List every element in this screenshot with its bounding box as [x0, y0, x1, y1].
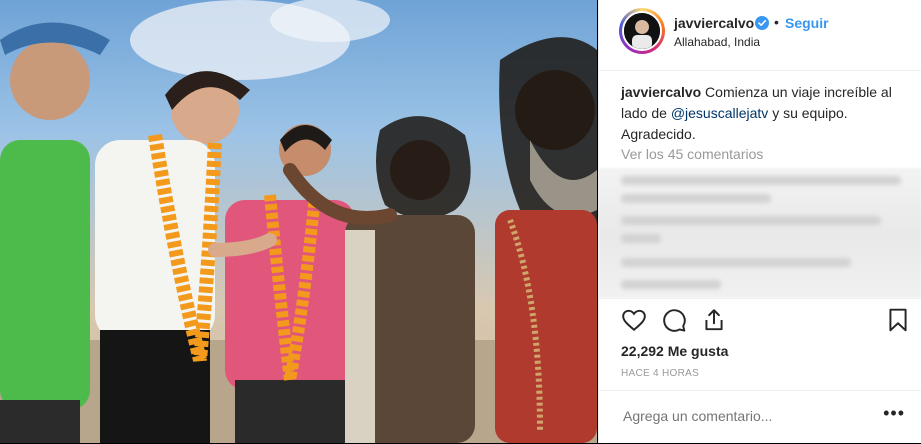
- avatar-image: [624, 13, 660, 49]
- verified-badge-icon: [755, 16, 769, 30]
- comment-bubble-icon[interactable]: [661, 307, 687, 333]
- bookmark-icon[interactable]: [885, 307, 911, 333]
- blurred-comment-line: [621, 176, 901, 185]
- post-photo[interactable]: [0, 0, 597, 443]
- location-link[interactable]: Allahabad, India: [674, 35, 760, 49]
- separator-dot: •: [774, 14, 779, 30]
- ellipsis-icon[interactable]: •••: [883, 403, 905, 424]
- blurred-comment-line: [621, 234, 661, 243]
- blurred-comment-line: [621, 216, 881, 225]
- comment-input[interactable]: [621, 407, 875, 425]
- comment-bar: •••: [599, 390, 921, 444]
- post-timestamp: HACE 4 HORAS: [621, 368, 700, 379]
- heart-icon[interactable]: [621, 307, 647, 333]
- blurred-comment-line: [621, 258, 851, 267]
- likes-count[interactable]: 22,292 Me gusta: [621, 343, 728, 359]
- photo-scene: [0, 0, 597, 443]
- blurred-comments: [599, 168, 921, 298]
- post-header: javviercalvo • Seguir Allahabad, India: [599, 0, 921, 71]
- action-bar: [599, 298, 921, 339]
- follow-button[interactable]: Seguir: [785, 15, 829, 31]
- share-icon[interactable]: [701, 307, 727, 333]
- post-side-panel: javviercalvo • Seguir Allahabad, India j…: [598, 0, 921, 443]
- avatar[interactable]: [622, 11, 662, 51]
- caption-mention[interactable]: @jesuscallejatv: [671, 105, 768, 121]
- username[interactable]: javviercalvo: [674, 15, 754, 31]
- caption-username[interactable]: javviercalvo: [621, 84, 701, 100]
- story-ring[interactable]: [619, 8, 665, 54]
- caption: javviercalvo Comienza un viaje increíble…: [621, 82, 911, 145]
- blurred-comment-line: [621, 194, 771, 203]
- view-comments-link[interactable]: Ver los 45 comentarios: [621, 146, 763, 162]
- blurred-comment-line: [621, 280, 721, 289]
